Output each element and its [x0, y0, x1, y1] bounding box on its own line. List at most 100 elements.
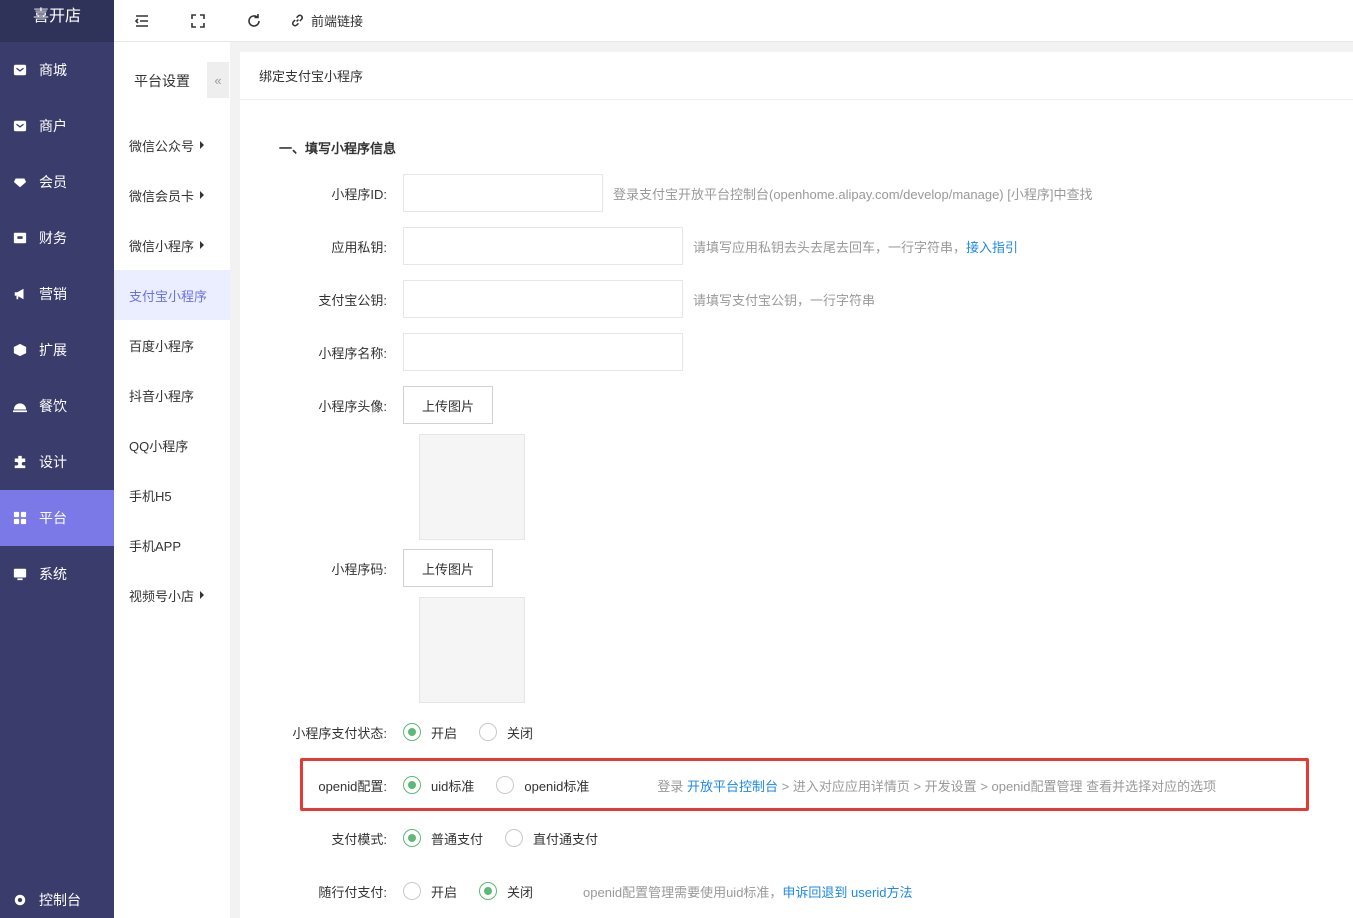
private-key-hint: 请填写应用私钥去头去尾去回车，一行字符串，接入指引: [693, 237, 1018, 256]
sidebar-item-extend[interactable]: 扩展: [0, 322, 114, 378]
main-content: 绑定支付宝小程序 一、填写小程序信息 小程序ID: 登录支付宝开放平台控制台(o…: [240, 52, 1353, 918]
brand-logo: 喜开店: [0, 0, 114, 42]
page-title: 绑定支付宝小程序: [240, 52, 1353, 100]
subnav-item-qq-miniapp[interactable]: QQ小程序: [114, 420, 230, 470]
avatar-preview: [419, 434, 525, 540]
subnav-item-wechat-official[interactable]: 微信公众号: [114, 120, 230, 170]
subnav-item-douyin-miniapp[interactable]: 抖音小程序: [114, 370, 230, 420]
gear-icon: [12, 892, 28, 908]
subnav-item-label: 手机APP: [129, 538, 182, 554]
radio-label: 开启: [431, 884, 458, 900]
private-key-input[interactable]: [403, 227, 683, 265]
follow-pay-label: 随行付支付:: [318, 884, 387, 900]
highlight-box: [300, 758, 1309, 811]
cube-icon: [12, 342, 28, 358]
dish-icon: [12, 398, 28, 414]
top-toolbar: 前端链接: [114, 0, 1353, 42]
qrcode-label: 小程序码:: [331, 561, 387, 577]
appid-label: 小程序ID:: [331, 186, 387, 202]
pay-mode-direct-radio[interactable]: 直付通支付: [505, 829, 598, 848]
appeal-revert-link[interactable]: 申诉回退到 userid方法: [782, 885, 912, 900]
pay-status-on-radio[interactable]: 开启: [403, 723, 457, 742]
indent-icon: [134, 14, 148, 27]
member-icon: [12, 174, 28, 190]
appid-input[interactable]: [403, 174, 603, 212]
radio-label: 关闭: [507, 884, 534, 900]
subnav-item-label: 微信小程序: [129, 238, 195, 254]
radio-circle: [403, 882, 421, 900]
radio-label: 直付通支付: [533, 831, 599, 847]
sidebar-item-member[interactable]: 会员: [0, 154, 114, 210]
subnav-item-label: 百度小程序: [129, 338, 195, 354]
access-guide-link[interactable]: 接入指引: [966, 240, 1018, 255]
sidebar-item-label: 设计: [39, 454, 67, 470]
appid-row: 小程序ID: 登录支付宝开放平台控制台(openhome.alipay.com/…: [240, 174, 1092, 212]
system-icon: [12, 566, 28, 582]
caret-right-icon: [200, 191, 205, 199]
subnav-item-baidu-miniapp[interactable]: 百度小程序: [114, 320, 230, 370]
sidebar-item-merchant[interactable]: 商户: [0, 98, 114, 154]
private-key-hint-text: 请填写应用私钥去头去尾去回车，一行字符串，: [693, 239, 967, 255]
pay-status-off-radio[interactable]: 关闭: [479, 723, 533, 742]
sidebar-item-console[interactable]: 控制台: [0, 882, 114, 918]
puzzle-icon: [12, 454, 28, 470]
subnav-item-label: 微信会员卡: [129, 188, 195, 204]
caret-right-icon: [200, 591, 205, 599]
subnav-item-mobile-app[interactable]: 手机APP: [114, 520, 230, 570]
avatar-label: 小程序头像:: [318, 398, 387, 414]
subnav-item-mobile-h5[interactable]: 手机H5: [114, 470, 230, 520]
pay-mode-normal-radio[interactable]: 普通支付: [403, 829, 483, 848]
radio-label: 关闭: [507, 725, 534, 741]
sidebar-item-label: 营销: [39, 286, 67, 302]
sidebar-item-label: 财务: [39, 230, 67, 246]
subnav-item-wechat-card[interactable]: 微信会员卡: [114, 170, 230, 220]
radio-circle: [479, 723, 498, 741]
sidebar-item-label: 会员: [39, 174, 67, 190]
public-key-label: 支付宝公钥:: [318, 292, 387, 308]
subnav-item-video-shop[interactable]: 视频号小店: [114, 570, 230, 620]
pay-mode-label: 支付模式:: [331, 831, 387, 847]
avatar-upload-button[interactable]: 上传图片: [403, 386, 494, 424]
public-key-input[interactable]: [403, 280, 683, 318]
subnav-item-alipay-miniapp[interactable]: 支付宝小程序: [114, 270, 230, 320]
caret-right-icon: [200, 141, 205, 149]
grid-icon: [12, 510, 28, 526]
sidebar-item-marketing[interactable]: 营销: [0, 266, 114, 322]
qrcode-row: 小程序码: 上传图片: [240, 549, 494, 587]
frontend-link-button[interactable]: 前端链接: [282, 11, 363, 30]
section-title: 一、填写小程序信息: [279, 141, 397, 156]
private-key-label: 应用私钥:: [331, 239, 387, 255]
sidebar-item-design[interactable]: 设计: [0, 434, 114, 490]
sidebar-item-finance[interactable]: 财务: [0, 210, 114, 266]
sidebar-item-label: 商城: [39, 62, 67, 78]
pay-mode-row: 支付模式: 普通支付 直付通支付: [240, 826, 620, 850]
name-input[interactable]: [403, 333, 683, 371]
fullscreen-button[interactable]: [170, 0, 226, 42]
link-icon: [292, 14, 303, 27]
subnav-item-wechat-miniapp[interactable]: 微信小程序: [114, 220, 230, 270]
radio-circle: [505, 829, 524, 847]
follow-pay-hint: openid配置管理需要使用uid标准，申诉回退到 userid方法: [583, 882, 912, 901]
sidebar-item-catering[interactable]: 餐饮: [0, 378, 114, 434]
pay-status-label: 小程序支付状态:: [292, 725, 387, 741]
follow-pay-off-radio[interactable]: 关闭: [479, 882, 533, 901]
sidebar-item-shop[interactable]: 商城: [0, 42, 114, 98]
radio-label: 开启: [431, 725, 458, 741]
menu-toggle-button[interactable]: [114, 0, 170, 42]
merchant-icon: [12, 118, 28, 134]
main-sidebar: 喜开店 商城 商户 会员 财务 营销 扩展 餐饮 设计 平台 系统 控制台: [0, 0, 114, 918]
sidebar-item-platform[interactable]: 平台: [0, 490, 114, 546]
refresh-icon: [248, 13, 260, 27]
follow-pay-row: 随行付支付: 开启 关闭 openid配置管理需要使用uid标准，申诉回退到 u…: [240, 879, 912, 903]
sidebar-item-label: 控制台: [39, 892, 81, 908]
radio-circle: [479, 882, 498, 900]
qrcode-upload-button[interactable]: 上传图片: [403, 549, 494, 587]
subnav-item-label: QQ小程序: [129, 438, 189, 454]
name-row: 小程序名称:: [240, 333, 683, 371]
refresh-button[interactable]: [226, 0, 282, 42]
follow-pay-on-radio[interactable]: 开启: [403, 882, 457, 901]
frontend-link-label: 前端链接: [311, 14, 364, 29]
sidebar-item-system[interactable]: 系统: [0, 546, 114, 602]
collapse-subnav-button[interactable]: «: [207, 62, 229, 98]
sidebar-item-label: 扩展: [39, 342, 67, 358]
